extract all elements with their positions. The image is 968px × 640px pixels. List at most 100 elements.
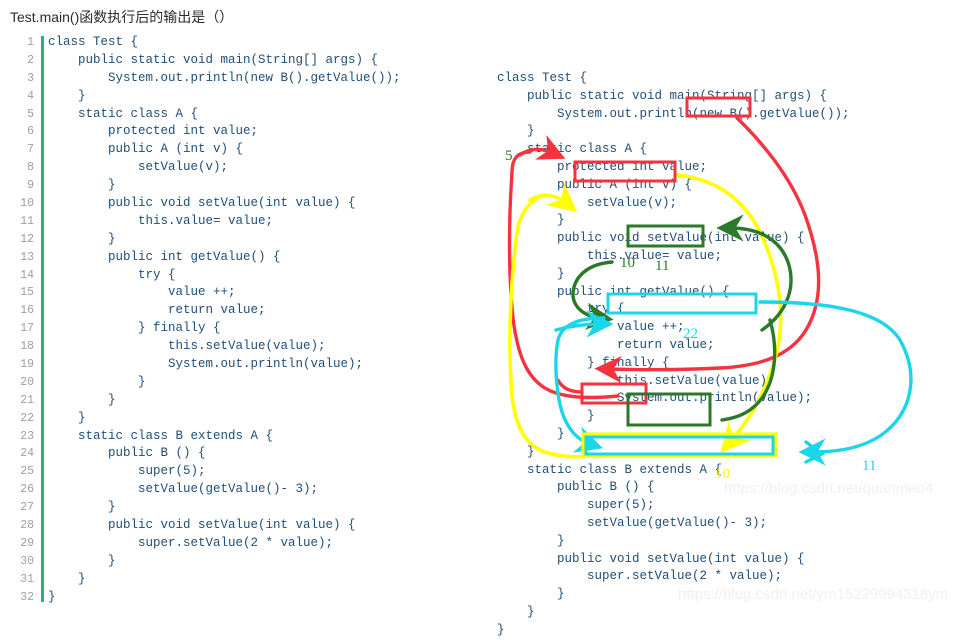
annotation-number: 10 bbox=[620, 255, 635, 271]
code-line: } bbox=[48, 88, 86, 103]
code-line: public void setValue(int value) { bbox=[48, 196, 356, 211]
code-line: super(5); bbox=[48, 464, 206, 479]
line-number: 9 bbox=[27, 179, 34, 193]
gutter-accent-bar bbox=[41, 36, 44, 602]
code-line: this.setValue(value); bbox=[48, 339, 326, 354]
line-number: 22 bbox=[20, 411, 34, 425]
code-line: } bbox=[497, 409, 595, 424]
code-line: } bbox=[497, 426, 565, 441]
code-line: return value; bbox=[497, 337, 715, 352]
line-number: 26 bbox=[20, 483, 34, 497]
code-line: setValue(getValue()- 3); bbox=[497, 515, 768, 530]
code-line: } bbox=[48, 589, 56, 604]
code-line: super(5); bbox=[497, 498, 655, 513]
watermark-bottom: https://blog.csdn.net/ym15229994318ym bbox=[678, 586, 949, 603]
code-line: try { bbox=[497, 302, 625, 317]
code-line: value ++; bbox=[48, 285, 236, 300]
code-line: } bbox=[48, 231, 116, 246]
code-line: System.out.println(new B().getValue()); bbox=[497, 106, 850, 121]
line-number: 27 bbox=[20, 501, 34, 515]
code-line: } bbox=[48, 410, 86, 425]
line-number: 18 bbox=[20, 340, 34, 354]
line-number: 25 bbox=[20, 465, 34, 479]
code-line: setValue(getValue()- 3); bbox=[48, 482, 319, 497]
code-line: this.setValue(value); bbox=[497, 373, 775, 388]
code-line: public A (int v) { bbox=[48, 142, 244, 157]
code-line: System.out.println(new B().getValue()); bbox=[48, 70, 401, 85]
line-number: 14 bbox=[20, 268, 34, 282]
code-line: value ++; bbox=[497, 320, 685, 335]
code-line: static class A { bbox=[48, 106, 199, 121]
line-number: 17 bbox=[20, 322, 34, 336]
line-number: 3 bbox=[27, 71, 34, 85]
code-line: static class A { bbox=[497, 142, 648, 157]
code-line: public int getValue() { bbox=[497, 284, 730, 299]
code-line: setValue(v); bbox=[48, 160, 229, 175]
annotation-number: 11 bbox=[655, 258, 670, 274]
watermark-top: https://blog.csdn.net/quanmao4 bbox=[724, 480, 934, 497]
question-title: Test.main()函数执行后的输出是（） bbox=[10, 9, 234, 25]
code-line: } bbox=[48, 571, 86, 586]
line-number: 2 bbox=[27, 53, 34, 67]
code-line: } bbox=[497, 266, 565, 281]
code-line: } bbox=[48, 178, 116, 193]
line-number: 10 bbox=[20, 197, 34, 211]
line-number: 5 bbox=[27, 107, 34, 121]
annotation-number: 22 bbox=[683, 326, 698, 342]
code-line: public A (int v) { bbox=[497, 177, 693, 192]
right-code-listing: class Test { public static void main(Str… bbox=[497, 70, 937, 640]
code-line: return value; bbox=[48, 303, 266, 318]
screenshot-root: Test.main()函数执行后的输出是（） 1 2 3 4 5 6 7 8 9 10 11 12 13… bbox=[0, 0, 968, 637]
line-number: 4 bbox=[27, 89, 34, 103]
line-number: 20 bbox=[20, 375, 34, 389]
code-line: static class B extends A { bbox=[48, 428, 274, 443]
right-code-panel: class Test { public static void main(Str… bbox=[497, 70, 937, 640]
code-line: this.value= value; bbox=[497, 248, 723, 263]
line-number: 12 bbox=[20, 232, 34, 246]
line-number: 31 bbox=[20, 572, 34, 586]
left-code-listing: class Test { public static void main(Str… bbox=[48, 34, 468, 607]
line-number: 30 bbox=[20, 554, 34, 568]
code-line: super.setValue(2 * value); bbox=[48, 535, 334, 550]
line-number: 29 bbox=[20, 536, 34, 550]
code-line: } bbox=[497, 622, 505, 637]
code-line: } bbox=[48, 500, 116, 515]
line-number: 24 bbox=[20, 447, 34, 461]
code-line: public static void main(String[] args) { bbox=[48, 52, 379, 67]
line-number-gutter: 1 2 3 4 5 6 7 8 9 10 11 12 13 14 15 16 17 18 19 20 21 22 23 24 2… bbox=[0, 34, 40, 612]
line-number: 6 bbox=[27, 125, 34, 139]
annotation-number: 5 bbox=[505, 148, 513, 164]
code-line: class Test { bbox=[48, 35, 139, 49]
code-line: } bbox=[497, 604, 535, 619]
code-line: System.out.println(value); bbox=[497, 391, 813, 406]
code-line: protected int value; bbox=[497, 159, 708, 174]
code-line: public void setValue(int value) { bbox=[497, 551, 805, 566]
code-line: this.value= value; bbox=[48, 213, 274, 228]
code-line: } bbox=[497, 213, 565, 228]
code-line: } bbox=[497, 533, 565, 548]
code-line: public void setValue(int value) { bbox=[48, 518, 356, 533]
code-line: super.setValue(2 * value); bbox=[497, 569, 783, 584]
code-line: public B () { bbox=[48, 446, 206, 461]
code-line: public void setValue(int value) { bbox=[497, 231, 805, 246]
line-number: 16 bbox=[20, 304, 34, 318]
line-number: 32 bbox=[20, 590, 34, 604]
code-line: } bbox=[48, 374, 146, 389]
code-line: protected int value; bbox=[48, 124, 259, 139]
code-line: System.out.println(value); bbox=[48, 357, 364, 372]
code-line: } finally { bbox=[48, 321, 221, 336]
line-number: 11 bbox=[20, 214, 34, 228]
line-number: 21 bbox=[20, 393, 34, 407]
code-line: } finally { bbox=[497, 355, 670, 370]
left-code-panel: 1 2 3 4 5 6 7 8 9 10 11 12 13 14 15 16 17 18 19 20 21 22 23 24 2… bbox=[0, 34, 470, 612]
line-number: 1 bbox=[27, 36, 34, 49]
code-line: } bbox=[48, 553, 116, 568]
line-number: 23 bbox=[20, 429, 34, 443]
code-line: public int getValue() { bbox=[48, 249, 281, 264]
code-line: class Test { bbox=[497, 71, 588, 85]
code-line: public static void main(String[] args) { bbox=[497, 88, 828, 103]
code-line: } bbox=[48, 392, 116, 407]
code-line: try { bbox=[48, 267, 176, 282]
code-line: } bbox=[497, 124, 535, 139]
line-number: 15 bbox=[20, 286, 34, 300]
